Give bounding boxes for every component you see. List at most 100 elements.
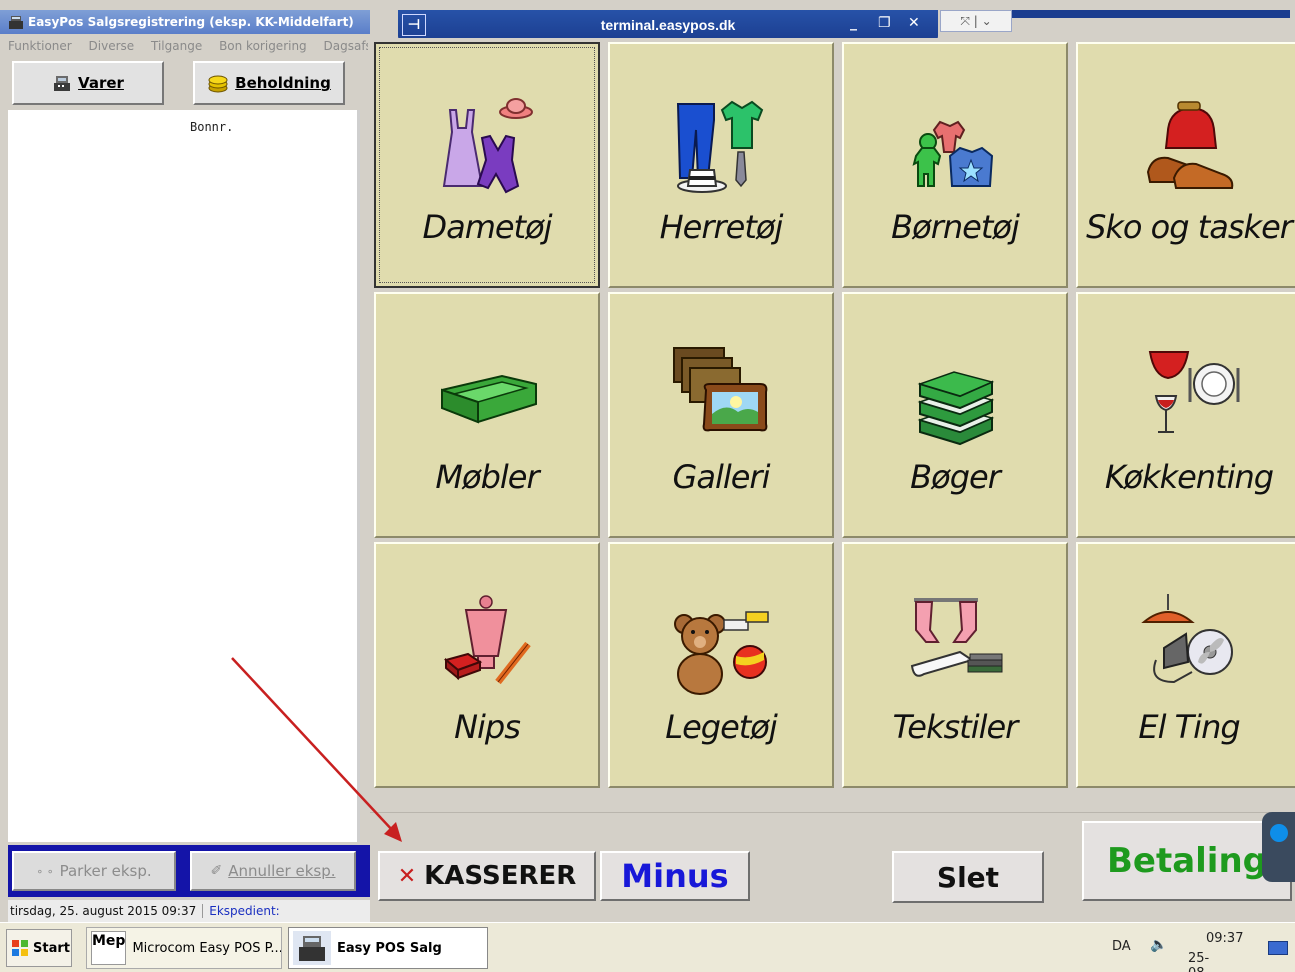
action-panel: ✕ KASSERER Minus Slet Betaling (370, 812, 1294, 914)
teddy-bear-icon (674, 611, 769, 695)
category-boeger[interactable]: Bøger (842, 292, 1068, 538)
start-label: Start (33, 940, 70, 956)
fit-screen-icon: ⤧ (960, 14, 970, 28)
category-label: Sko og tasker (1086, 208, 1293, 246)
pos-window-titlebar: EasyPos Salgsregistrering (eksp. KK-Midd… (0, 10, 370, 34)
kasserer-button[interactable]: ✕ KASSERER (378, 851, 596, 901)
eraser-icon: ✐ (210, 863, 223, 879)
volume-muted-icon[interactable]: 🔈 (1150, 937, 1167, 953)
taskbar-label: Easy POS Salg (337, 940, 442, 956)
remote-support-tab[interactable] (1262, 812, 1295, 882)
category-label: Børnetøj (891, 208, 1020, 246)
show-desktop-icon[interactable] (1268, 941, 1288, 955)
category-label: Dametøj (422, 208, 552, 246)
category-el-ting[interactable]: El Ting (1076, 542, 1295, 788)
parker-button[interactable]: ∘ ∘ Parker eksp. (12, 851, 176, 891)
category-label: Nips (454, 708, 521, 746)
betaling-button[interactable]: Betaling (1082, 821, 1292, 901)
minus-button[interactable]: Minus (600, 851, 750, 901)
beholdning-button[interactable]: Beholdning (193, 61, 345, 105)
language-indicator[interactable]: DA (1112, 939, 1131, 954)
start-button[interactable]: Start (6, 929, 72, 967)
clock-date: 25-08-2015 (1188, 951, 1210, 972)
menu-diverse[interactable]: Diverse (89, 39, 135, 53)
park-dots-icon: ∘ ∘ (36, 864, 54, 878)
dress-icon (442, 98, 533, 194)
category-label: Bøger (910, 458, 1001, 496)
menu-dagsafs[interactable]: Dagsafs (324, 39, 368, 53)
menu-tilgange[interactable]: Tilgange (151, 39, 202, 53)
category-label: El Ting (1138, 708, 1240, 746)
category-moebler[interactable]: Møbler (374, 292, 600, 538)
lamp-fan-icon (1141, 594, 1233, 684)
picture-frames-icon (673, 347, 768, 432)
pos-menubar: Funktioner Diverse Tilgange Bon korigeri… (8, 36, 368, 56)
betaling-label: Betaling (1106, 841, 1268, 881)
parker-label: Parker eksp. (59, 862, 152, 880)
books-icon (917, 371, 995, 446)
cash-register-icon (293, 931, 331, 965)
beholdning-label: Beholdning (235, 74, 331, 92)
restore-icon[interactable]: ❐ (878, 15, 891, 31)
taskbar-item-microcom[interactable]: Mep Microcom Easy POS P... (86, 927, 282, 969)
category-galleri[interactable]: Galleri (608, 292, 834, 538)
category-label: Herretøj (659, 208, 784, 246)
kasserer-label: KASSERER (424, 861, 577, 891)
category-sko-og-tasker[interactable]: Sko og tasker (1076, 42, 1295, 288)
pos-window-title: EasyPos Salgsregistrering (eksp. KK-Midd… (28, 15, 354, 29)
chevron-down-icon: ⌄ (981, 14, 992, 28)
pos-statusbar: tirsdag, 25. august 2015 09:37 Ekspedient… (8, 900, 370, 922)
remote-bar-strip (990, 10, 1290, 18)
varer-button[interactable]: Varer (12, 61, 164, 105)
cash-register-icon (54, 76, 71, 91)
remote-support-icon (1270, 824, 1288, 842)
category-dametoej[interactable]: Dametøj (374, 42, 600, 288)
windows-logo-icon (12, 940, 28, 956)
mep-app-icon: Mep (91, 931, 127, 965)
category-label: Legetøj (665, 708, 778, 746)
varer-label: Varer (78, 74, 124, 92)
childrens-clothes-icon (912, 120, 994, 187)
sofa-icon (441, 374, 537, 424)
category-label: Køkkenting (1104, 458, 1274, 496)
ekspedient-label: Ekspedient: (209, 904, 280, 918)
kitchenware-icon (1148, 351, 1240, 433)
category-grid: Dametøj Herretøj Børnetøj Sko og tasker … (370, 38, 1295, 790)
slet-button[interactable]: Slet (892, 851, 1044, 903)
close-icon[interactable]: ✕ (908, 15, 920, 31)
category-label: Tekstiler (892, 708, 1019, 746)
category-legetoej[interactable]: Legetøj (608, 542, 834, 788)
remote-host-title: terminal.easypos.dk (600, 17, 736, 33)
category-label: Galleri (672, 458, 771, 496)
slet-label: Slet (936, 860, 1000, 894)
category-herretoej[interactable]: Herretøj (608, 42, 834, 288)
annuller-button[interactable]: ✐ Annuller eksp. (190, 851, 356, 891)
receipt-panel: Bonnr. (8, 110, 360, 842)
left-bottom-bar: ∘ ∘ Parker eksp. ✐ Annuller eksp. (8, 845, 370, 897)
menu-funktioner[interactable]: Funktioner (8, 39, 72, 53)
taskbar-item-easy-pos-salg[interactable]: Easy POS Salg (288, 927, 488, 969)
status-datetime: tirsdag, 25. august 2015 09:37 (8, 904, 204, 918)
category-nips[interactable]: Nips (374, 542, 600, 788)
category-tekstiler[interactable]: Tekstiler (842, 542, 1068, 788)
clock-time: 09:37 (1206, 931, 1244, 946)
category-boernetoej[interactable]: Børnetøj (842, 42, 1068, 288)
curtains-icon (910, 598, 1003, 677)
x-icon: ✕ (397, 863, 417, 889)
cash-register-icon (9, 16, 23, 29)
minus-label: Minus (621, 857, 729, 895)
zoom-control[interactable]: ⤧ | ⌄ (940, 10, 1012, 32)
coins-icon (208, 75, 228, 93)
minimize-icon[interactable]: _ (850, 15, 857, 31)
shoes-bag-icon (1146, 101, 1234, 189)
category-koekkenting[interactable]: Køkkenting (1076, 292, 1295, 538)
ornaments-icon (443, 595, 531, 685)
taskbar: Start Mep Microcom Easy POS P... Easy PO… (0, 922, 1295, 972)
category-label: Møbler (435, 458, 539, 496)
taskbar-label: Microcom Easy POS P... (132, 940, 282, 956)
bonnr-label: Bonnr. (190, 120, 234, 134)
screen: EasyPos Salgsregistrering (eksp. KK-Midd… (0, 0, 1295, 972)
menu-bon-korigering[interactable]: Bon korigering (219, 39, 307, 53)
menswear-icon (676, 100, 764, 193)
annuller-label: Annuller eksp. (228, 862, 336, 880)
